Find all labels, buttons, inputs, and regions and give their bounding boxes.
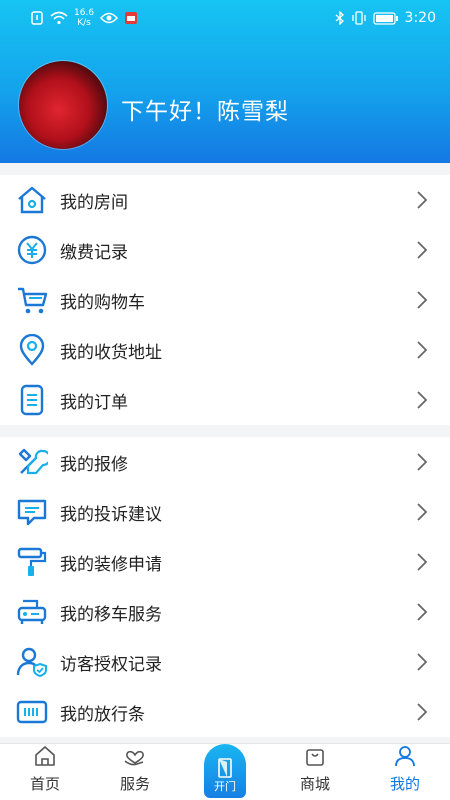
wifi-icon xyxy=(50,11,68,25)
yen-coin-icon xyxy=(15,233,49,267)
menu-item-payment-records[interactable]: 缴费记录 xyxy=(0,225,450,275)
tab-mine[interactable]: 我的 xyxy=(360,745,450,800)
notification-icon xyxy=(31,11,43,25)
app-badge-icon xyxy=(125,12,138,24)
cart-icon xyxy=(15,283,49,317)
chevron-right-icon xyxy=(417,191,428,209)
complaint-message-icon xyxy=(15,495,49,529)
menu-item-shopping-cart[interactable]: 我的购物车 xyxy=(0,275,450,325)
tab-mall[interactable]: 商城 xyxy=(270,745,360,800)
menu-item-car-moving-service[interactable]: 我的移车服务 xyxy=(0,587,450,637)
menu-group-account: 我的房间 缴费记录 我的购物车 我的收货地址 我的订单 xyxy=(0,175,450,425)
eye-icon xyxy=(100,12,119,24)
repair-tools-icon xyxy=(15,445,49,479)
menu-item-visitor-authorization[interactable]: 访客授权记录 xyxy=(0,637,450,687)
chevron-right-icon xyxy=(417,553,428,571)
pass-ticket-icon xyxy=(15,695,49,729)
greeting-text: 下午好！陈雪梨 xyxy=(121,99,289,125)
location-pin-icon xyxy=(15,333,49,367)
menu-item-label: 我的购物车 xyxy=(60,292,145,313)
menu-item-renovation-application[interactable]: 我的装修申请 xyxy=(0,537,450,587)
chevron-right-icon xyxy=(417,603,428,621)
shopping-bag-icon xyxy=(306,749,324,766)
door-icon xyxy=(218,758,232,778)
menu-item-label: 我的装修申请 xyxy=(60,554,162,575)
home-icon xyxy=(35,746,55,766)
bottom-tab-bar: 首页 服务 开门 商城 我的 xyxy=(0,743,450,800)
menu-item-label: 我的房间 xyxy=(60,192,128,213)
chevron-right-icon xyxy=(417,391,428,409)
menu-item-label: 我的放行条 xyxy=(60,704,145,725)
chevron-right-icon xyxy=(417,653,428,671)
menu-item-label: 缴费记录 xyxy=(60,242,128,263)
chevron-right-icon xyxy=(417,341,428,359)
menu-item-shipping-address[interactable]: 我的收货地址 xyxy=(0,325,450,375)
tab-home-label: 首页 xyxy=(29,775,60,793)
vibrate-icon xyxy=(351,11,366,25)
open-door-label: 开门 xyxy=(214,780,236,793)
tab-mine-label: 我的 xyxy=(389,775,420,793)
profile-header: 16.6 K/s 3:20 下午好！陈雪梨 xyxy=(0,0,450,163)
tab-service[interactable]: 服务 xyxy=(90,745,180,800)
menu-item-complaints[interactable]: 我的投诉建议 xyxy=(0,487,450,537)
speed-value: 16.6 xyxy=(74,8,95,18)
menu-item-release-pass[interactable]: 我的放行条 xyxy=(0,687,450,737)
status-bar: 16.6 K/s 3:20 xyxy=(0,0,450,36)
chevron-right-icon xyxy=(417,503,428,521)
tab-home[interactable]: 首页 xyxy=(0,745,90,800)
menu-group-services: 我的报修 我的投诉建议 我的装修申请 我的移车服务 访客授权记录 我的放行条 xyxy=(0,437,450,737)
menu-item-my-orders[interactable]: 我的订单 xyxy=(0,375,450,425)
speed-unit: K/s xyxy=(77,18,91,28)
menu-item-label: 我的报修 xyxy=(60,454,128,475)
battery-icon xyxy=(372,11,398,25)
user-icon xyxy=(395,746,415,767)
menu-item-label: 我的移车服务 xyxy=(60,604,162,625)
menu-item-label: 我的收货地址 xyxy=(60,342,162,363)
menu-item-my-repairs[interactable]: 我的报修 xyxy=(0,437,450,487)
car-move-icon xyxy=(15,595,49,629)
chevron-right-icon xyxy=(417,241,428,259)
chevron-right-icon xyxy=(417,291,428,309)
paint-roller-icon xyxy=(15,545,49,579)
chevron-right-icon xyxy=(417,703,428,721)
open-door-button[interactable]: 开门 xyxy=(180,744,270,800)
network-speed: 16.6 K/s xyxy=(74,8,94,28)
chevron-right-icon xyxy=(417,453,428,471)
house-icon xyxy=(15,183,49,217)
order-doc-icon xyxy=(15,383,49,417)
bluetooth-icon xyxy=(335,11,344,25)
avatar[interactable] xyxy=(19,61,107,149)
menu-item-label: 访客授权记录 xyxy=(60,654,162,675)
service-heart-icon xyxy=(124,750,144,766)
clock: 3:20 xyxy=(404,10,436,26)
menu-item-label: 我的订单 xyxy=(60,392,128,413)
visitor-shield-icon xyxy=(15,645,49,679)
tab-mall-label: 商城 xyxy=(299,775,330,793)
menu-item-my-room[interactable]: 我的房间 xyxy=(0,175,450,225)
tab-service-label: 服务 xyxy=(119,775,150,793)
menu-item-label: 我的投诉建议 xyxy=(60,504,162,525)
